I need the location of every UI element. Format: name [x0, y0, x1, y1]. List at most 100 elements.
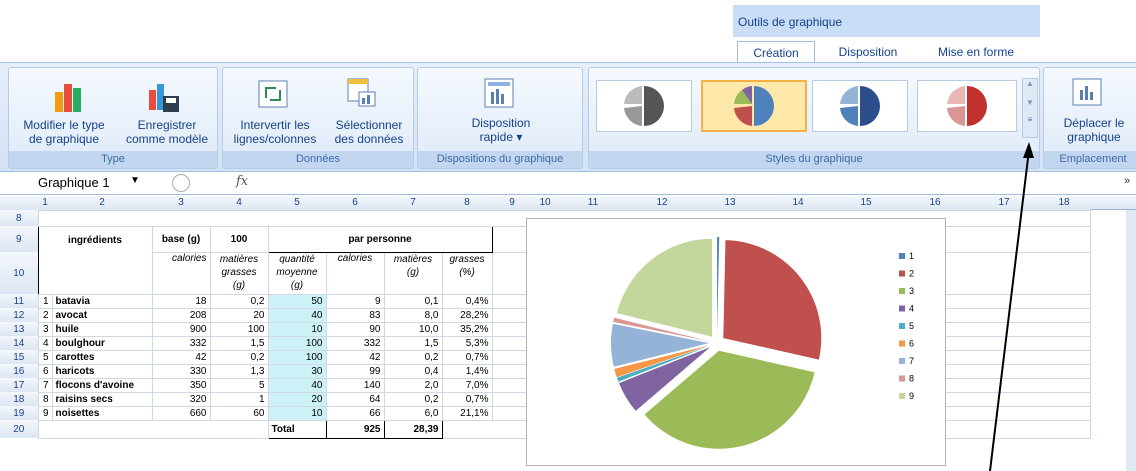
grasses-header[interactable]: grasses (%)	[441, 251, 493, 295]
col-header[interactable]: 2	[52, 196, 152, 210]
ingredient-name[interactable]: flocons d'avoine	[51, 377, 153, 393]
calories-cell[interactable]: 18	[151, 293, 211, 309]
percent-cell[interactable]: 21,1%	[441, 405, 493, 421]
change-chart-type-button[interactable]: Modifier le type de graphique	[11, 118, 117, 146]
quantity-cell[interactable]: 100	[267, 349, 327, 365]
quick-layout-button[interactable]: Disposition rapide ▾	[438, 116, 564, 144]
percent-cell[interactable]: 1,4%	[441, 363, 493, 379]
tab-creation[interactable]: Création	[737, 41, 815, 63]
fat-cell[interactable]: 20	[209, 307, 269, 323]
quantity-cell[interactable]: 100	[267, 335, 327, 351]
fx-icon[interactable]: fx	[236, 174, 248, 189]
row-header[interactable]: 12	[0, 308, 38, 322]
col-header[interactable]: 13	[696, 196, 764, 210]
ingredient-name[interactable]: haricots	[51, 363, 153, 379]
quantity-cell[interactable]: 40	[267, 307, 327, 323]
ingredient-name[interactable]: noisettes	[51, 405, 153, 421]
tab-mise-en-forme[interactable]: Mise en forme	[922, 41, 1030, 63]
fat-cell[interactable]: 1	[209, 391, 269, 407]
col-header[interactable]: 8	[442, 196, 492, 210]
base-header[interactable]: base (g)	[151, 225, 211, 253]
person-calories-cell[interactable]: 42	[325, 349, 385, 365]
row-number[interactable]: 5	[37, 349, 53, 365]
col-header[interactable]: 1	[38, 196, 52, 210]
percent-cell[interactable]: 28,2%	[441, 307, 493, 323]
pie-chart-area[interactable]: 1 2 3 4 5 6 7 8 9	[526, 218, 946, 466]
person-fat-cell[interactable]: 1,5	[383, 335, 443, 351]
row-number[interactable]: 4	[37, 335, 53, 351]
row-header[interactable]: 14	[0, 336, 38, 350]
person-calories-cell[interactable]: 99	[325, 363, 385, 379]
row-header[interactable]: 15	[0, 350, 38, 364]
name-box[interactable]: Graphique 1 ▼	[38, 175, 158, 192]
row-number[interactable]: 3	[37, 321, 53, 337]
expand-formula-icon[interactable]: »	[1124, 175, 1130, 187]
calories-cell[interactable]: 42	[151, 349, 211, 365]
styles-scroll[interactable]: ▲ ▼ ≡	[1022, 78, 1038, 138]
quantity-cell[interactable]: 30	[267, 363, 327, 379]
col-header[interactable]: 5	[268, 196, 326, 210]
row-header[interactable]: 16	[0, 364, 38, 378]
quantity-cell[interactable]: 10	[267, 321, 327, 337]
person-fat-cell[interactable]: 0,1	[383, 293, 443, 309]
scroll-up-icon[interactable]: ▲	[1023, 79, 1037, 88]
row-number[interactable]: 2	[37, 307, 53, 323]
col-header[interactable]: 9	[492, 196, 532, 210]
person-calories-cell[interactable]: 332	[325, 335, 385, 351]
calories-cell[interactable]: 320	[151, 391, 211, 407]
dropdown-icon[interactable]: ▼	[130, 175, 140, 186]
person-fat-cell[interactable]: 0,2	[383, 349, 443, 365]
row-number[interactable]: 8	[37, 391, 53, 407]
row-header[interactable]: 13	[0, 322, 38, 336]
chart-style-4[interactable]	[917, 80, 1017, 132]
ingredient-name[interactable]: avocat	[51, 307, 153, 323]
calories2-header[interactable]: calories	[325, 251, 385, 295]
calories-cell[interactable]: 350	[151, 377, 211, 393]
row-header[interactable]: 9	[0, 226, 38, 252]
quantity-cell[interactable]: 50	[267, 293, 327, 309]
col-header[interactable]: 10	[532, 196, 558, 210]
row-header[interactable]: 19	[0, 406, 38, 420]
ingredient-name[interactable]: carottes	[51, 349, 153, 365]
percent-cell[interactable]: 0,4%	[441, 293, 493, 309]
row-header[interactable]: 18	[0, 392, 38, 406]
row-header[interactable]: 10	[0, 252, 38, 294]
percent-cell[interactable]: 5,3%	[441, 335, 493, 351]
col-header[interactable]: 4	[210, 196, 268, 210]
col-header[interactable]: 7	[384, 196, 442, 210]
calories-header[interactable]: calories	[151, 251, 211, 295]
calories-cell[interactable]: 332	[151, 335, 211, 351]
person-fat-cell[interactable]: 6,0	[383, 405, 443, 421]
quantity-cell[interactable]: 40	[267, 377, 327, 393]
pie-slice-2[interactable]	[723, 240, 822, 360]
col-header[interactable]: 3	[152, 196, 210, 210]
row-number[interactable]: 9	[37, 405, 53, 421]
person-calories-cell[interactable]: 140	[325, 377, 385, 393]
row-number[interactable]: 1	[37, 293, 53, 309]
pie-slice-1[interactable]	[717, 237, 720, 336]
fat-cell[interactable]: 0,2	[209, 293, 269, 309]
person-calories-cell[interactable]: 66	[325, 405, 385, 421]
row-number[interactable]: 7	[37, 377, 53, 393]
person-calories-cell[interactable]: 83	[325, 307, 385, 323]
calories-cell[interactable]: 900	[151, 321, 211, 337]
fat-cell[interactable]: 100	[209, 321, 269, 337]
col-header[interactable]: 14	[764, 196, 832, 210]
calories-cell[interactable]: 208	[151, 307, 211, 323]
tab-disposition[interactable]: Disposition	[822, 41, 914, 63]
switch-row-column-button[interactable]: Intervertir les lignes/colonnes	[225, 118, 325, 146]
col-header[interactable]: 12	[628, 196, 696, 210]
ingredient-name[interactable]: huile	[51, 321, 153, 337]
matieres-header[interactable]: matières (g)	[383, 251, 443, 295]
person-fat-cell[interactable]: 8,0	[383, 307, 443, 323]
chart-style-2-selected[interactable]	[701, 80, 807, 132]
col-header[interactable]: 17	[970, 196, 1038, 210]
ingredient-name[interactable]: boulghour	[51, 335, 153, 351]
row-header[interactable]: 17	[0, 378, 38, 392]
person-fat-cell[interactable]: 0,2	[383, 391, 443, 407]
select-data-button[interactable]: Sélectionner des données	[327, 118, 411, 146]
chart-style-3[interactable]	[812, 80, 908, 132]
col-header[interactable]: 16	[900, 196, 970, 210]
percent-cell[interactable]: 0,7%	[441, 391, 493, 407]
fat-cell[interactable]: 1,3	[209, 363, 269, 379]
